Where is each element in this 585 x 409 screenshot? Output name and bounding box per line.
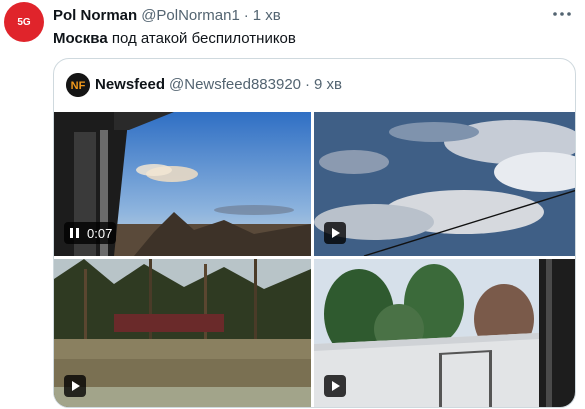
media-video-1[interactable]: 0:07 [54,112,311,256]
video-thumbnail-forest [54,259,311,407]
play-icon [332,228,340,238]
separator-dot: · [243,7,249,24]
avatar-text: 5G [17,16,31,28]
quote-author-name[interactable]: Newsfeed [95,76,165,93]
play-button[interactable] [324,375,346,397]
video-playing-badge[interactable]: 0:07 [64,222,116,244]
more-options-icon[interactable] [550,6,574,22]
tweet[interactable]: 5G Pol Norman @PolNorman1 · 1 хв Москва … [0,0,585,409]
quoted-tweet[interactable]: NF Newsfeed @Newsfeed883920 · 9 хв 0:07 [53,58,576,408]
tweet-text: Москва под атакой беспилотников [53,30,296,47]
pause-icon [70,228,79,238]
video-duration: 0:07 [87,225,113,241]
svg-text:NF: NF [71,80,86,92]
video-thumbnail-fence-trees [314,259,575,407]
tweet-text-bold: Москва [53,30,108,47]
quote-author-handle[interactable]: @Newsfeed883920 [169,76,301,93]
play-icon [72,381,80,391]
author-handle[interactable]: @PolNorman1 [141,7,240,24]
quote-time[interactable]: 9 хв [314,76,342,93]
play-button[interactable] [64,375,86,397]
tweet-time[interactable]: 1 хв [253,7,281,24]
tweet-text-rest: под атакой беспилотников [107,30,296,47]
quote-header: Newsfeed @Newsfeed883920 · 9 хв [95,76,342,93]
quote-separator-dot: · [305,76,311,93]
tweet-header: Pol Norman @PolNorman1 · 1 хв [53,7,281,24]
play-button[interactable] [324,222,346,244]
quote-author-avatar[interactable]: NF [66,73,90,97]
media-video-3[interactable] [54,259,311,407]
media-video-4[interactable] [314,259,575,407]
media-video-2[interactable] [314,112,575,256]
play-icon [332,381,340,391]
author-name[interactable]: Pol Norman [53,7,137,24]
author-avatar[interactable]: 5G [4,2,44,42]
video-thumbnail-clouds [314,112,575,256]
